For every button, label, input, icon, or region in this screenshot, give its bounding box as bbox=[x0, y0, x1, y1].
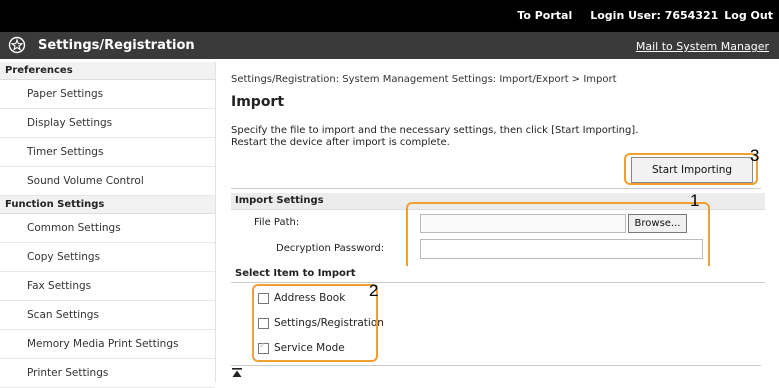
sidebar-item-scan-settings[interactable]: Scan Settings bbox=[0, 301, 215, 330]
sidebar-item-sound-volume[interactable]: Sound Volume Control bbox=[0, 167, 215, 196]
sidebar-heading-function: Function Settings bbox=[0, 196, 215, 214]
description-line-2: Restart the device after import is compl… bbox=[231, 137, 450, 148]
bottom-divider bbox=[231, 365, 761, 366]
top-bar: To Portal Login User: 7654321 Log Out bbox=[0, 0, 779, 32]
portal-link[interactable]: To Portal bbox=[517, 9, 572, 22]
sidebar-item-copy-settings[interactable]: Copy Settings bbox=[0, 243, 215, 272]
callout-number-3: 3 bbox=[750, 146, 760, 165]
sidebar-item-display-settings[interactable]: Display Settings bbox=[0, 109, 215, 138]
settings-gear-icon bbox=[8, 36, 26, 54]
collapse-up-icon[interactable] bbox=[232, 368, 242, 378]
callout-box-3 bbox=[624, 153, 758, 185]
sidebar-item-timer-settings[interactable]: Timer Settings bbox=[0, 138, 215, 167]
sidebar-item-paper-settings[interactable]: Paper Settings bbox=[0, 80, 215, 109]
sidebar-item-printer-settings[interactable]: Printer Settings bbox=[0, 359, 215, 388]
logout-link[interactable]: Log Out bbox=[724, 9, 773, 22]
login-user-text: Login User: 7654321 bbox=[590, 9, 719, 22]
main-content: Settings/Registration: System Management… bbox=[216, 62, 779, 382]
app-title: Settings/Registration bbox=[38, 38, 195, 53]
mail-system-manager-link[interactable]: Mail to System Manager bbox=[636, 40, 769, 53]
sidebar-item-common-settings[interactable]: Common Settings bbox=[0, 214, 215, 243]
callout-box-2 bbox=[252, 284, 378, 362]
divider bbox=[231, 188, 761, 189]
page-title: Import bbox=[231, 94, 285, 110]
breadcrumb: Settings/Registration: System Management… bbox=[231, 74, 617, 85]
sidebar-item-fax-settings[interactable]: Fax Settings bbox=[0, 272, 215, 301]
sidebar: Preferences Paper Settings Display Setti… bbox=[0, 62, 216, 388]
callout-box-1 bbox=[406, 202, 710, 273]
callout-number-2: 2 bbox=[369, 281, 379, 300]
description: Specify the file to import and the neces… bbox=[231, 125, 638, 149]
sidebar-heading-preferences: Preferences bbox=[0, 62, 215, 80]
description-line-1: Specify the file to import and the neces… bbox=[231, 125, 639, 136]
select-items-heading: Select Item to Import bbox=[231, 266, 765, 283]
title-bar: Settings/Registration Mail to System Man… bbox=[0, 32, 779, 59]
top-links: To Portal Login User: 7654321 Log Out bbox=[517, 9, 773, 22]
sidebar-item-memory-media-print[interactable]: Memory Media Print Settings bbox=[0, 330, 215, 359]
decryption-password-label: Decryption Password: bbox=[276, 243, 385, 254]
file-path-label: File Path: bbox=[254, 217, 300, 228]
callout-number-1: 1 bbox=[690, 191, 700, 210]
